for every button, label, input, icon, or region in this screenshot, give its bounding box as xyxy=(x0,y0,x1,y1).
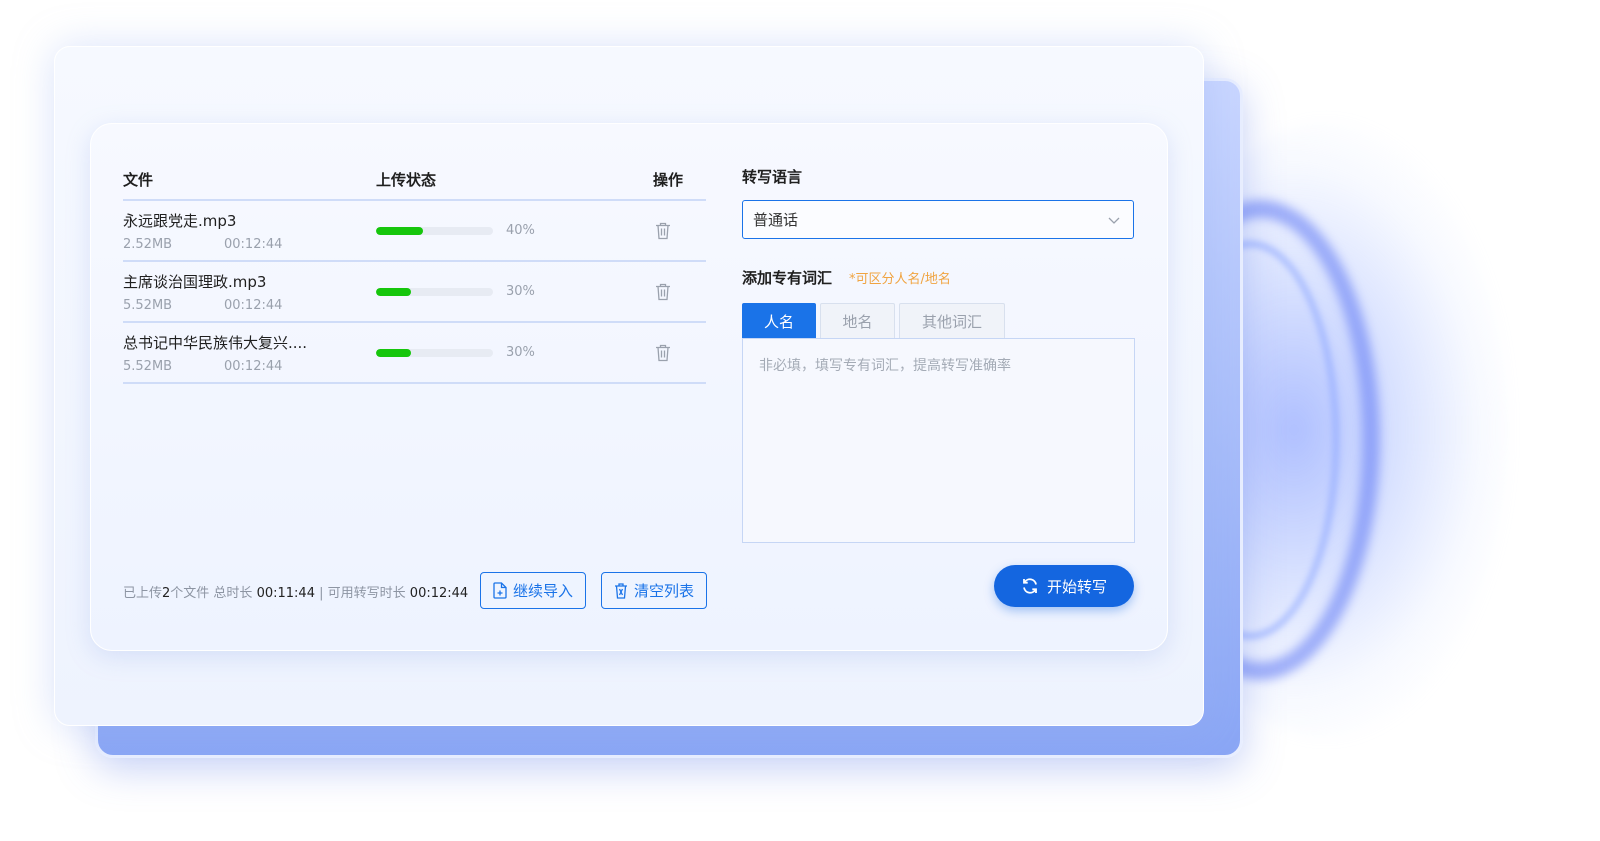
clear-list-label: 清空列表 xyxy=(633,582,694,600)
chevron-down-icon xyxy=(1108,217,1120,224)
table-row: 总书记中华民族伟大复兴.... 5.52MB 00:12:44 30% xyxy=(123,323,706,384)
trash-icon xyxy=(656,283,670,300)
vocab-hint: *可区分人名/地名 xyxy=(849,272,951,287)
action-cell xyxy=(653,222,706,240)
progress-fill xyxy=(376,287,412,296)
delete-button[interactable] xyxy=(653,344,673,362)
table-row: 主席谈治国理政.mp3 5.52MB 00:12:44 30% xyxy=(123,262,706,323)
summary-separator: | xyxy=(319,586,324,601)
progress-bar xyxy=(376,287,493,296)
continue-import-button[interactable]: 继续导入 xyxy=(480,572,586,609)
progress-fill xyxy=(376,226,423,235)
file-duration: 00:12:44 xyxy=(224,358,283,374)
file-meta: 5.52MB 00:12:44 xyxy=(123,359,376,374)
refresh-icon xyxy=(1023,578,1037,594)
trash-icon xyxy=(656,344,670,361)
start-transcribe-label: 开始转写 xyxy=(1046,577,1107,596)
header-action: 操作 xyxy=(653,171,684,189)
file-name: 主席谈治国理政.mp3 xyxy=(123,272,267,291)
progress-fill xyxy=(376,348,412,357)
action-cell xyxy=(653,283,706,301)
status-cell: 30% xyxy=(376,284,653,299)
file-name: 永远跟党走.mp3 xyxy=(123,211,237,230)
progress-label: 30% xyxy=(506,345,535,360)
file-add-icon xyxy=(493,582,507,599)
clear-list-button[interactable]: 清空列表 xyxy=(601,572,707,609)
start-transcribe-button[interactable]: 开始转写 xyxy=(994,565,1134,607)
uploaded-suffix: 个文件 总时长 xyxy=(170,586,253,601)
language-select[interactable]: 普通话 xyxy=(742,200,1134,239)
file-size: 5.52MB xyxy=(123,358,173,374)
header-status: 上传状态 xyxy=(376,171,437,189)
file-duration: 00:12:44 xyxy=(224,236,283,252)
uploaded-prefix: 已上传 xyxy=(123,586,163,601)
tab-other-vocab[interactable]: 其他词汇 xyxy=(899,303,1005,338)
table-header: 文件 上传状态 操作 xyxy=(123,160,706,201)
language-label: 转写语言 xyxy=(742,168,803,186)
vocab-input[interactable]: 非必填，填写专有词汇，提高转写准确率 xyxy=(742,338,1135,543)
action-cell xyxy=(653,344,706,362)
file-name: 总书记中华民族伟大复兴.... xyxy=(123,333,308,352)
progress-bar xyxy=(376,348,493,357)
file-meta: 2.52MB 00:12:44 xyxy=(123,237,376,252)
table-row: 永远跟党走.mp3 2.52MB 00:12:44 40% xyxy=(123,201,706,262)
continue-import-label: 继续导入 xyxy=(512,582,573,600)
progress-bar xyxy=(376,226,493,235)
file-cell: 永远跟党走.mp3 2.52MB 00:12:44 xyxy=(123,210,376,252)
file-duration: 00:12:44 xyxy=(224,297,283,313)
file-meta: 5.52MB 00:12:44 xyxy=(123,298,376,313)
status-cell: 40% xyxy=(376,223,653,238)
status-cell: 30% xyxy=(376,345,653,360)
file-cell: 主席谈治国理政.mp3 5.52MB 00:12:44 xyxy=(123,271,376,313)
total-duration: 00:11:44 xyxy=(256,586,315,601)
progress-label: 30% xyxy=(506,284,535,299)
trash-icon xyxy=(614,582,627,599)
delete-button[interactable] xyxy=(653,222,673,240)
file-size: 2.52MB xyxy=(123,236,173,252)
header-file: 文件 xyxy=(123,171,154,189)
file-table: 文件 上传状态 操作 永远跟党走.mp3 2.52MB 00:12:44 40% xyxy=(123,160,706,384)
language-selected: 普通话 xyxy=(753,211,799,229)
trash-icon xyxy=(656,222,670,239)
vocab-tabs: 人名 地名 其他词汇 xyxy=(742,303,1009,338)
tab-place-name[interactable]: 地名 xyxy=(820,303,895,338)
progress-label: 40% xyxy=(506,223,535,238)
upload-summary: 已上传2个文件 总时长 00:11:44 | 可用转写时长 00:12:44 xyxy=(123,582,468,601)
file-size: 5.52MB xyxy=(123,297,173,313)
file-cell: 总书记中华民族伟大复兴.... 5.52MB 00:12:44 xyxy=(123,332,376,374)
vocab-label: 添加专有词汇 xyxy=(742,269,833,287)
available-duration: 00:12:44 xyxy=(409,586,469,601)
available-label: 可用转写时长 xyxy=(327,586,406,601)
tab-person-name[interactable]: 人名 xyxy=(742,303,816,338)
delete-button[interactable] xyxy=(653,283,673,301)
